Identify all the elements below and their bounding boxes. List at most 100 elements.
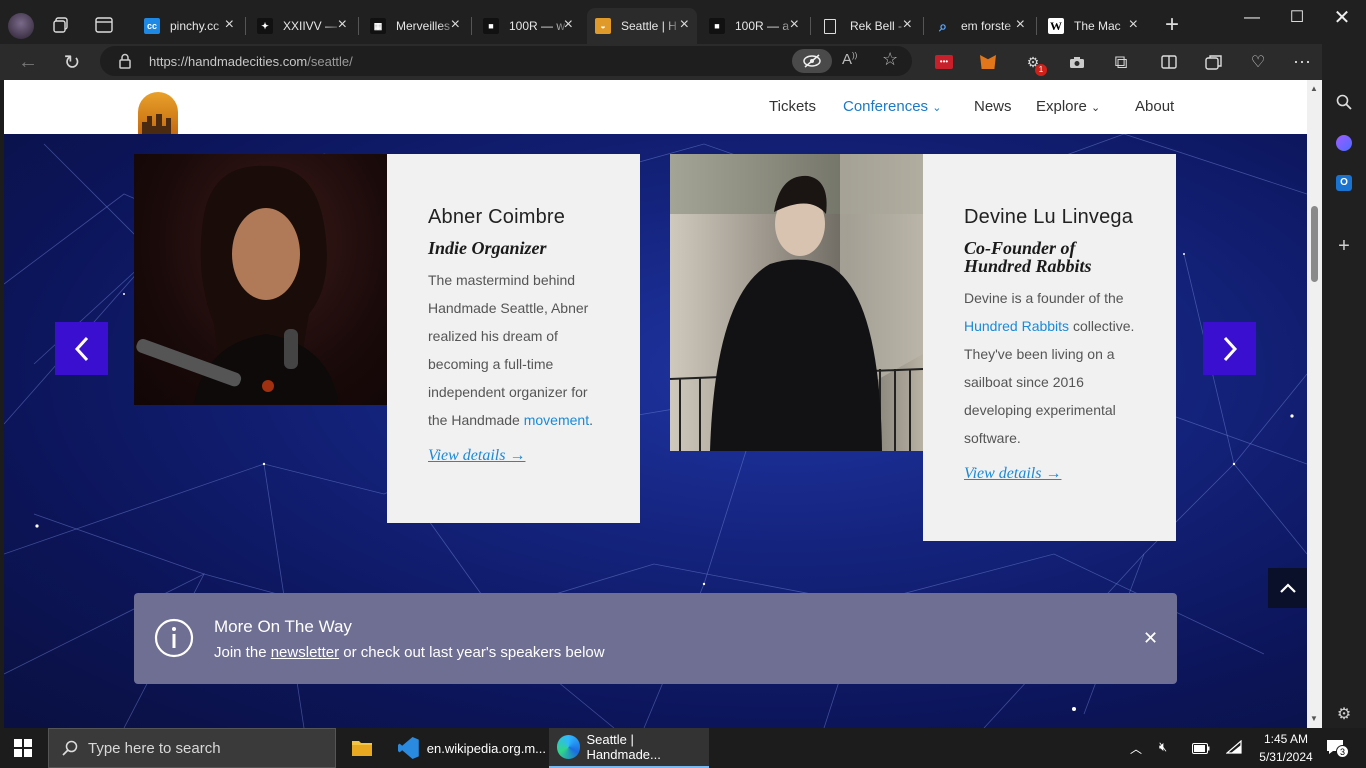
screenshot-camera-icon[interactable] xyxy=(1063,44,1091,80)
minimize-button[interactable]: — xyxy=(1232,4,1272,32)
tab-search[interactable]: ⌕ em forste × xyxy=(927,8,1033,44)
nav-about[interactable]: About xyxy=(1135,98,1174,115)
tab-merveilles[interactable]: ▦ Merveilles × xyxy=(362,8,468,44)
more-on-the-way-notice: More On The Way Join the newsletter or c… xyxy=(134,593,1177,684)
tab-title: pinchy.cc xyxy=(170,19,220,33)
profile-avatar[interactable] xyxy=(8,13,34,39)
speaker-name: Devine Lu Linvega xyxy=(964,206,1134,228)
games-icon[interactable] xyxy=(1332,131,1356,155)
close-icon[interactable]: × xyxy=(680,16,689,34)
maximize-button[interactable]: ☐ xyxy=(1277,4,1317,32)
speaker-role: Indie Organizer xyxy=(428,238,547,258)
browser-toolbar: ← ↻ https://handmadecities.com/seattle/ … xyxy=(0,44,1322,80)
windows-start-icon[interactable] xyxy=(14,739,32,762)
close-icon[interactable]: × xyxy=(451,16,460,34)
tab-title: The Mac xyxy=(1074,19,1121,33)
tab-favicon: ■ xyxy=(709,18,725,34)
taskbar-search-box[interactable]: Type here to search xyxy=(48,728,336,768)
back-icon[interactable]: ← xyxy=(14,44,42,80)
back-to-top-button[interactable] xyxy=(1268,568,1307,608)
tab-xxiivv[interactable]: ✦ XXIIVV — × xyxy=(249,8,355,44)
tab-title: 100R — a xyxy=(735,19,790,33)
taskbar-app-vscode[interactable]: en.wikipedia.org.m... xyxy=(390,728,546,768)
outlook-icon[interactable]: O xyxy=(1332,171,1356,195)
extension-badge-icon[interactable]: ⚙ 1 xyxy=(1019,44,1047,80)
wikipedia-icon: W xyxy=(1048,18,1064,34)
close-icon[interactable]: × xyxy=(564,16,573,34)
chevron-up-icon xyxy=(1279,583,1296,593)
notification-center-icon[interactable]: 3 xyxy=(1326,739,1349,760)
tab-wikipedia[interactable]: W The Mac × xyxy=(1040,8,1146,44)
lock-icon[interactable] xyxy=(118,53,132,74)
new-tab-button[interactable]: + xyxy=(1162,13,1182,37)
speaker-card-abner: Abner Coimbre Indie Organizer The master… xyxy=(387,154,640,523)
refresh-icon[interactable]: ↻ xyxy=(58,44,86,80)
newsletter-link[interactable]: newsletter xyxy=(271,644,339,661)
close-icon[interactable]: × xyxy=(903,16,912,34)
nav-tickets[interactable]: Tickets xyxy=(769,98,816,115)
tracking-prevention-icon[interactable] xyxy=(792,49,832,73)
vscode-icon xyxy=(398,737,419,759)
add-sidebar-app-icon[interactable]: + xyxy=(1332,234,1356,258)
carousel-next-button[interactable] xyxy=(1203,322,1256,375)
collections-icon[interactable] xyxy=(1200,44,1228,80)
tab-pinchy[interactable]: cc pinchy.cc × xyxy=(136,8,242,44)
search-icon[interactable] xyxy=(1332,90,1356,114)
window-close-button[interactable]: ✕ xyxy=(1322,4,1362,32)
volume-muted-icon[interactable]: 🔇︎ xyxy=(1159,739,1167,755)
tab-100r-w[interactable]: ■ 100R — w × xyxy=(475,8,581,44)
tab-seattle-active[interactable]: ◒ Seattle | H × xyxy=(587,8,697,44)
extension-metamask-icon[interactable] xyxy=(974,44,1002,80)
tab-favicon: ■ xyxy=(483,18,499,34)
edge-icon xyxy=(557,735,581,759)
view-details-link[interactable]: View details → xyxy=(428,447,525,465)
view-details-link[interactable]: View details → xyxy=(964,465,1061,483)
close-icon[interactable]: × xyxy=(338,16,347,34)
document-icon xyxy=(824,18,836,34)
wifi-icon[interactable] xyxy=(1225,739,1242,759)
handmade-cities-logo[interactable] xyxy=(138,92,178,134)
read-aloud-icon[interactable]: A)) xyxy=(842,51,857,68)
taskbar-clock[interactable]: 1:45 AM 5/31/2024 xyxy=(1254,730,1318,766)
taskbar-app-edge[interactable]: Seattle | Handmade... xyxy=(549,728,709,768)
nav-conferences[interactable]: Conferences ⌄ xyxy=(843,98,941,115)
close-icon[interactable]: × xyxy=(225,16,234,34)
page-scrollbar[interactable]: ▲ ▼ xyxy=(1307,80,1322,728)
show-hidden-icons-chevron-icon[interactable]: ︿ xyxy=(1130,740,1142,757)
url-text: https://handmadecities.com/seattle/ xyxy=(149,54,353,69)
split-screen-icon[interactable] xyxy=(1155,44,1183,80)
speaker-photo-devine xyxy=(670,154,923,451)
nav-explore[interactable]: Explore ⌄ xyxy=(1036,98,1100,115)
tab-title: Seattle | H xyxy=(621,19,677,33)
close-icon[interactable]: × xyxy=(790,16,799,34)
file-explorer-icon[interactable] xyxy=(351,738,373,757)
tab-100r-a[interactable]: ■ 100R — a × xyxy=(701,8,807,44)
favorite-star-icon[interactable]: ☆ xyxy=(882,49,898,70)
scrollbar-thumb[interactable] xyxy=(1311,206,1318,282)
clock-date: 5/31/2024 xyxy=(1259,750,1313,764)
info-icon xyxy=(154,618,194,663)
close-icon[interactable]: × xyxy=(1129,16,1138,34)
app-label: Seattle | Handmade... xyxy=(586,732,661,762)
carousel-prev-button[interactable] xyxy=(55,322,108,375)
extensions-puzzle-icon[interactable]: ⧉ xyxy=(1107,44,1135,80)
close-icon[interactable]: × xyxy=(1016,16,1025,34)
hundred-rabbits-link[interactable]: Hundred Rabbits xyxy=(964,318,1069,334)
speaker-bio: The mastermind behind Handmade Seattle, … xyxy=(428,272,593,428)
movement-link[interactable]: movement xyxy=(524,412,589,428)
browser-essentials-icon[interactable]: ♡ xyxy=(1244,44,1272,80)
extension-lastpass-icon[interactable]: ••• xyxy=(930,44,958,80)
close-icon[interactable]: ✕ xyxy=(1143,628,1158,649)
battery-icon[interactable] xyxy=(1192,741,1210,759)
address-bar[interactable]: https://handmadecities.com/seattle/ A)) … xyxy=(100,46,912,76)
workspaces-icon[interactable] xyxy=(52,16,70,34)
tab-favicon: ◒ xyxy=(595,18,611,34)
search-placeholder: Type here to search xyxy=(88,740,221,757)
sidebar-settings-gear-icon[interactable]: ⚙ xyxy=(1332,702,1356,726)
tab-actions-icon[interactable] xyxy=(95,17,113,33)
tab-rek-bell[interactable]: Rek Bell - × xyxy=(814,8,920,44)
scroll-down-arrow[interactable]: ▼ xyxy=(1310,714,1318,723)
scroll-up-arrow[interactable]: ▲ xyxy=(1310,84,1318,93)
more-menu-icon[interactable]: ⋯ xyxy=(1288,44,1316,80)
nav-news[interactable]: News xyxy=(974,98,1012,115)
